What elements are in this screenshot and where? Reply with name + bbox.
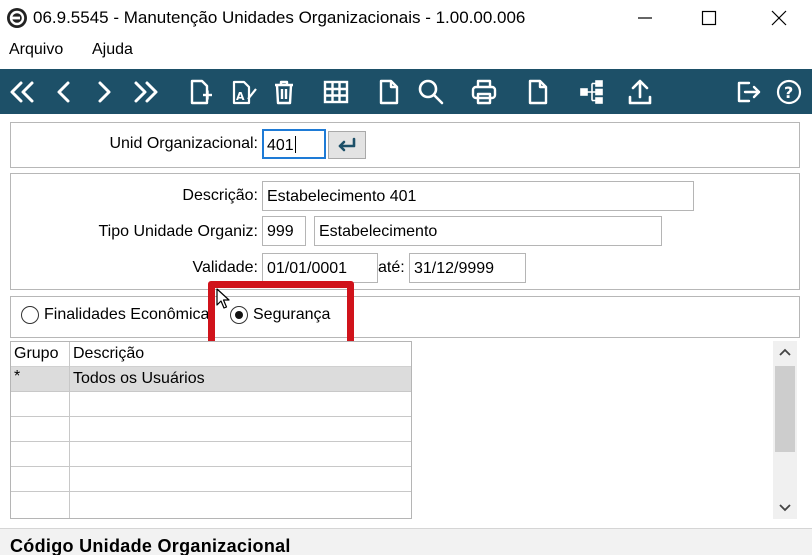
new-record-icon: [190, 79, 212, 105]
chevron-down-icon: [779, 504, 791, 512]
grid-view-icon: [323, 80, 349, 104]
first-record-button[interactable]: [4, 74, 40, 110]
menu-arquivo[interactable]: Arquivo: [9, 41, 63, 59]
document-icon: [528, 79, 548, 105]
descricao-input[interactable]: Estabelecimento 401: [262, 181, 694, 211]
edit-record-button[interactable]: A: [225, 74, 261, 110]
chevron-up-icon: [779, 348, 791, 356]
hierarchy-icon: [580, 80, 603, 104]
new-record-button[interactable]: [182, 74, 218, 110]
last-record-button[interactable]: [128, 74, 164, 110]
close-button[interactable]: [756, 0, 802, 36]
table-row[interactable]: [11, 392, 411, 417]
table-row[interactable]: [11, 492, 411, 517]
first-record-icon: [10, 81, 34, 103]
blank-document-icon: [379, 79, 399, 105]
scroll-thumb[interactable]: [775, 366, 795, 452]
column-header-grupo[interactable]: Grupo: [14, 345, 58, 363]
export-icon: [628, 79, 652, 105]
maximize-button[interactable]: [686, 0, 732, 36]
column-header-descricao[interactable]: Descrição: [73, 345, 144, 363]
enter-button[interactable]: [328, 131, 366, 159]
help-icon: ?: [776, 79, 802, 105]
svg-text:?: ?: [784, 83, 793, 102]
cell-descricao: Todos os Usuários: [73, 370, 205, 387]
ate-label: até:: [378, 259, 405, 276]
table-row[interactable]: [11, 467, 411, 492]
radio-finalidades[interactable]: Finalidades Econômica: [21, 306, 209, 324]
grid-header: Grupo Descrição: [11, 342, 411, 367]
vertical-scrollbar[interactable]: [773, 341, 797, 519]
minimize-button[interactable]: [622, 0, 668, 36]
menu-bar: Arquivo Ajuda: [0, 38, 812, 64]
radio-finalidades-label: Finalidades Econômica: [44, 306, 210, 323]
previous-record-button[interactable]: [46, 74, 82, 110]
enter-arrow-icon: [338, 137, 356, 152]
next-record-icon: [98, 81, 111, 103]
tipo-desc-field: Estabelecimento: [314, 216, 662, 246]
minimize-icon: [638, 17, 652, 19]
descricao-label: Descrição:: [182, 187, 258, 204]
security-grid: Grupo Descrição * Todos os Usuários: [10, 341, 412, 519]
grid-view-button[interactable]: [318, 74, 354, 110]
help-button[interactable]: ?: [771, 74, 807, 110]
last-record-icon: [134, 81, 158, 103]
unid-label: Unid Organizacional:: [109, 135, 258, 152]
validade-ate-input[interactable]: 31/12/9999: [409, 253, 526, 283]
status-text: Código Unidade Organizacional: [10, 536, 291, 555]
blank-document-button[interactable]: [371, 74, 407, 110]
column-divider: [69, 342, 70, 518]
print-button[interactable]: [466, 74, 502, 110]
search-icon: [418, 79, 444, 105]
scroll-down-button[interactable]: [773, 497, 797, 519]
tipo-code-input[interactable]: 999: [262, 216, 306, 246]
validade-label: Validade:: [192, 259, 258, 276]
document-button[interactable]: [520, 74, 556, 110]
mouse-cursor-icon: [216, 288, 230, 309]
toolbar: A ?: [0, 69, 812, 114]
unid-input[interactable]: 401: [262, 129, 326, 159]
unid-value: 401: [267, 137, 294, 154]
radio-circle-finalidades: [21, 306, 39, 324]
edit-record-icon: A: [232, 80, 257, 105]
svg-text:A: A: [236, 90, 245, 103]
table-row[interactable]: [11, 417, 411, 442]
table-row[interactable]: * Todos os Usuários: [11, 367, 411, 392]
print-icon: [471, 79, 497, 105]
text-caret: [294, 136, 296, 153]
delete-icon: [275, 80, 293, 105]
title-bar: 06.9.5545 - Manutenção Unidades Organiza…: [0, 0, 812, 36]
delete-button[interactable]: [266, 74, 302, 110]
exit-button[interactable]: [730, 74, 766, 110]
hierarchy-button[interactable]: [574, 74, 610, 110]
menu-ajuda[interactable]: Ajuda: [92, 41, 133, 59]
scroll-up-button[interactable]: [773, 341, 797, 363]
validade-de-input[interactable]: 01/01/0001: [262, 253, 378, 283]
exit-icon: [737, 81, 761, 103]
next-record-button[interactable]: [86, 74, 122, 110]
table-row[interactable]: [11, 442, 411, 467]
power-circle-icon[interactable]: [6, 7, 28, 29]
tipo-label: Tipo Unidade Organiz:: [98, 223, 259, 240]
previous-record-icon: [57, 81, 70, 103]
search-button[interactable]: [413, 74, 449, 110]
status-bar: Código Unidade Organizacional: [0, 528, 812, 555]
export-button[interactable]: [622, 74, 658, 110]
maximize-icon: [701, 10, 717, 26]
cell-grupo: *: [14, 368, 21, 385]
close-icon: [771, 10, 787, 26]
window-title: 06.9.5545 - Manutenção Unidades Organiza…: [33, 8, 526, 27]
